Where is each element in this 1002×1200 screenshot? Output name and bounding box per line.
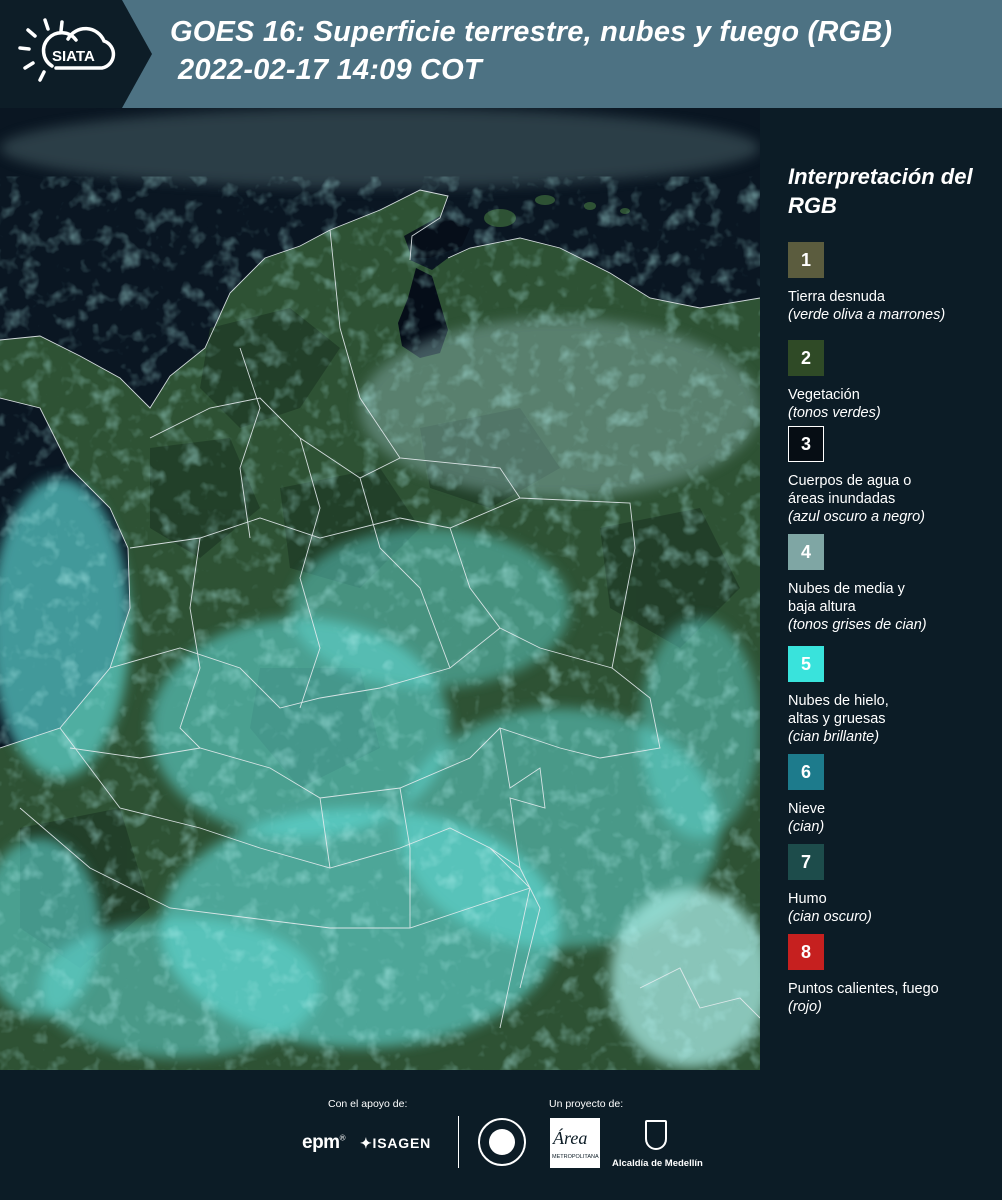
siata-logo: SIATA	[0, 0, 152, 108]
legend-label: Vegetación	[788, 387, 860, 403]
siata-sun-cloud-icon: SIATA	[18, 18, 116, 82]
epm-logo-text: epm	[302, 1132, 340, 1153]
isagen-logo-text: ISAGEN	[372, 1135, 432, 1151]
footer-divider	[458, 1116, 459, 1168]
header: SIATA GOES 16: Superficie terrestre, nub…	[0, 0, 1002, 108]
siata-logo-text: SIATA	[52, 48, 95, 65]
legend-title: Interpretación del RGB	[788, 164, 973, 218]
legend-description: (cian brillante)	[788, 729, 880, 745]
legend-description: (cian oscuro)	[788, 909, 872, 925]
area-metropolitana-logo: Área METROPOLITANA	[550, 1118, 600, 1168]
legend-swatch: 2	[788, 340, 824, 376]
legend-item: 3 Cuerpos de agua o áreas inundadas (azul …	[788, 426, 998, 526]
legend-description: (tonos grises de cian)	[788, 617, 927, 633]
rgb-composite-image	[0, 108, 760, 1070]
isagen-star-icon: ✦	[360, 1135, 373, 1151]
alcaldia-shield-icon	[645, 1120, 667, 1150]
seal-emblem-icon	[489, 1129, 515, 1155]
legend-swatch: 1	[788, 242, 824, 278]
legend-item: 7 Humo (cian oscuro)	[788, 844, 998, 926]
satellite-map	[0, 108, 760, 1070]
legend-item: 4 Nubes de media y baja altura (tonos gris…	[788, 534, 998, 634]
legend-label: Tierra desnuda	[788, 289, 885, 305]
legend-item: 6 Nieve (cian)	[788, 754, 998, 836]
legend-label: Nubes de hielo, altas y gruesas	[788, 693, 889, 727]
legend-label: Humo	[788, 891, 827, 907]
legend-description: (rojo)	[788, 999, 822, 1015]
legend-swatch: 8	[788, 934, 824, 970]
legend-description: (azul oscuro a negro)	[788, 509, 926, 525]
epm-logo: epm®	[302, 1132, 346, 1154]
legend-swatch: 3	[788, 426, 824, 462]
project-label: Un proyecto de:	[549, 1098, 624, 1110]
footer: Con el apoyo de: Un proyecto de: epm® ✦I…	[0, 1070, 1002, 1200]
legend-label: Cuerpos de agua o áreas inundadas	[788, 473, 912, 507]
legend-description: (cian)	[788, 819, 825, 835]
municipal-seal-logo	[478, 1118, 526, 1166]
legend-swatch: 5	[788, 646, 824, 682]
area-logo-text: Área	[553, 1128, 588, 1148]
legend-label: Nubes de media y baja altura	[788, 581, 905, 615]
area-logo-subtext: METROPOLITANA	[552, 1154, 599, 1160]
epm-registered-mark: ®	[339, 1133, 346, 1143]
legend-swatch: 4	[788, 534, 824, 570]
legend-item: 8 Puntos calientes, fuego (rojo)	[788, 934, 998, 1016]
legend-item: 2 Vegetación (tonos verdes)	[788, 340, 998, 422]
cloud-texture	[0, 258, 760, 1070]
legend-swatch: 7	[788, 844, 824, 880]
legend-description: (verde oliva a marrones)	[788, 307, 946, 323]
alcaldia-logo-text: Alcaldía de Medellín	[612, 1158, 703, 1169]
legend-item: 5 Nubes de hielo, altas y gruesas (cian br…	[788, 646, 998, 746]
page-title: GOES 16: Superficie terrestre, nubes y f…	[170, 16, 893, 48]
legend-swatch: 6	[788, 754, 824, 790]
legend-panel: Interpretación del RGB 1 Tierra desnuda (v…	[760, 108, 1002, 1070]
timestamp: 2022-02-17 14:09 COT	[178, 54, 482, 86]
legend-label: Puntos calientes, fuego	[788, 981, 939, 997]
legend-item: 1 Tierra desnuda (verde oliva a marrones)	[788, 242, 998, 324]
legend-description: (tonos verdes)	[788, 405, 881, 421]
legend-label: Nieve	[788, 801, 826, 817]
support-label: Con el apoyo de:	[328, 1098, 408, 1110]
isagen-logo: ✦ISAGEN	[360, 1135, 431, 1152]
